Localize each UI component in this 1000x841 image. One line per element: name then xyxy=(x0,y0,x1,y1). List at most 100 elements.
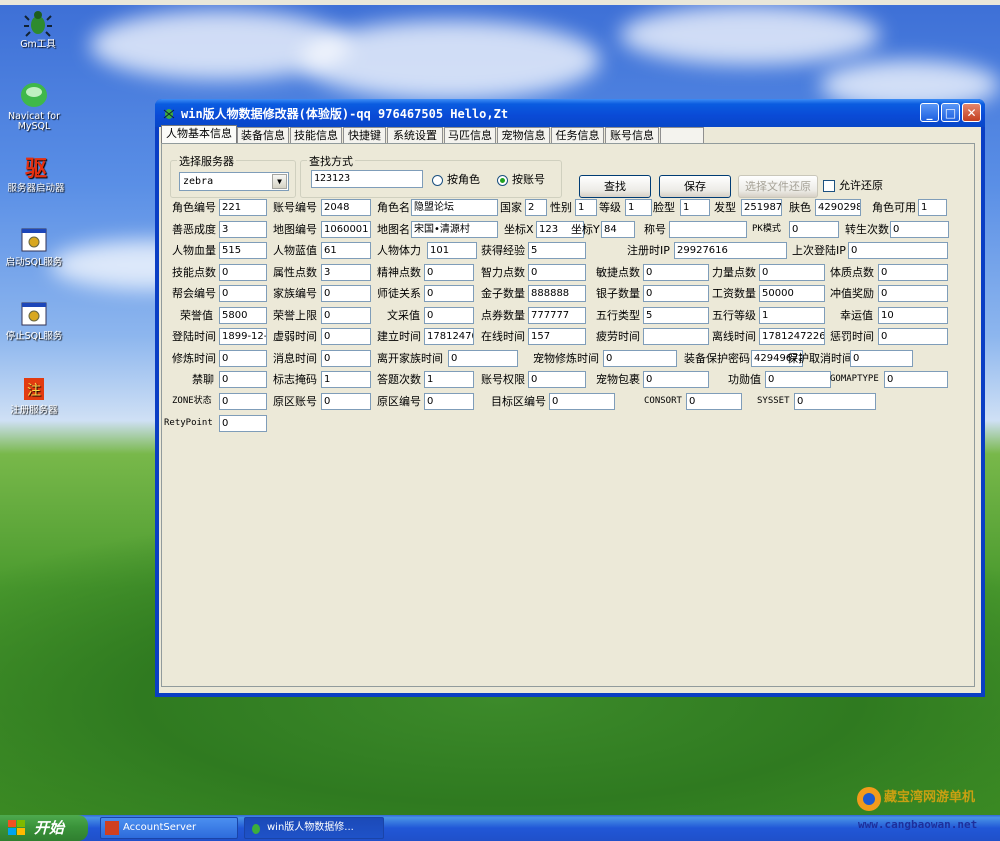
field-input[interactable]: 0 xyxy=(219,285,267,302)
field-input[interactable]: 1 xyxy=(918,199,947,216)
task-account-server[interactable]: AccountServer xyxy=(100,817,238,839)
chevron-down-icon[interactable]: ▼ xyxy=(272,174,287,189)
field-input[interactable]: 10 xyxy=(878,307,948,324)
field-input[interactable]: 1 xyxy=(424,371,474,388)
field-input[interactable]: 1899-12-3 xyxy=(219,328,267,345)
field-input[interactable]: 1 xyxy=(625,199,652,216)
field-input[interactable] xyxy=(643,328,709,345)
tab-blank[interactable] xyxy=(660,127,704,144)
field-input[interactable]: 0 xyxy=(321,307,371,324)
field-input[interactable]: 84 xyxy=(601,221,635,238)
field-input[interactable]: 0 xyxy=(528,371,586,388)
field-input[interactable]: 1060001 xyxy=(321,221,371,238)
field-input[interactable]: 5800 xyxy=(219,307,267,324)
field-input[interactable]: 0 xyxy=(765,371,831,388)
field-input[interactable]: 0 xyxy=(321,393,371,410)
allow-restore-checkbox[interactable] xyxy=(823,180,835,192)
desktop-icon-register-server[interactable]: 注 注册服务器 xyxy=(0,374,72,416)
desktop-icon-stop-sql[interactable]: 停止SQL服务 xyxy=(0,300,72,342)
close-button[interactable]: ✕ xyxy=(962,103,981,122)
field-input[interactable]: 0 xyxy=(890,221,949,238)
radio-by-account[interactable] xyxy=(497,175,508,186)
field-input[interactable]: 0 xyxy=(878,285,948,302)
field-input[interactable]: 0 xyxy=(848,242,948,259)
field-input[interactable]: 0 xyxy=(643,285,709,302)
desktop-icon-navicat[interactable]: Navicat for MySQL xyxy=(0,80,72,132)
field-input[interactable]: 0 xyxy=(643,264,709,281)
save-button[interactable]: 保存 xyxy=(659,175,731,198)
field-input[interactable]: 0 xyxy=(850,350,913,367)
field-input[interactable]: 0 xyxy=(789,221,839,238)
field-input[interactable]: 0 xyxy=(424,285,474,302)
field-input[interactable]: 2519872 xyxy=(741,199,782,216)
field-input[interactable]: 2 xyxy=(525,199,547,216)
find-button[interactable]: 查找 xyxy=(579,175,651,198)
tab-2[interactable]: 技能信息 xyxy=(290,127,342,144)
tab-0[interactable]: 人物基本信息 xyxy=(161,125,237,145)
field-input[interactable]: 0 xyxy=(686,393,742,410)
field-input[interactable]: 3 xyxy=(219,221,267,238)
field-input[interactable]: 0 xyxy=(878,264,948,281)
field-input[interactable]: 宋国•清源村 xyxy=(411,221,498,238)
field-input[interactable]: 0 xyxy=(424,307,474,324)
field-input[interactable]: 2048 xyxy=(321,199,371,216)
field-input[interactable]: 0 xyxy=(528,264,586,281)
field-input[interactable]: 3 xyxy=(321,264,371,281)
choose-file-restore-button[interactable]: 选择文件还原 xyxy=(738,175,818,198)
tab-3[interactable]: 快捷键 xyxy=(343,127,386,144)
field-input[interactable]: 隐盟论坛 xyxy=(411,199,498,216)
field-input[interactable]: 0 xyxy=(643,371,709,388)
field-input[interactable]: 0 xyxy=(549,393,615,410)
tab-8[interactable]: 账号信息 xyxy=(605,127,659,144)
field-input[interactable]: 1 xyxy=(759,307,825,324)
field-input[interactable]: 0 xyxy=(603,350,677,367)
field-input[interactable]: 0 xyxy=(424,393,474,410)
tab-7[interactable]: 任务信息 xyxy=(551,127,604,144)
desktop-icon-server-start[interactable]: 驱 服务器启动器 xyxy=(0,152,74,194)
field-input[interactable]: 29927616 xyxy=(674,242,787,259)
field-input[interactable]: 0 xyxy=(794,393,876,410)
minimize-button[interactable]: _ xyxy=(920,103,939,122)
field-input[interactable]: 0 xyxy=(321,328,371,345)
tab-5[interactable]: 马匹信息 xyxy=(444,127,496,144)
field-input[interactable]: 0 xyxy=(884,371,948,388)
field-input[interactable]: 0 xyxy=(219,415,267,432)
field-input[interactable]: 515 xyxy=(219,242,267,259)
field-input[interactable]: 0 xyxy=(321,350,371,367)
field-input[interactable]: 5 xyxy=(643,307,709,324)
tab-1[interactable]: 装备信息 xyxy=(237,127,289,144)
task-data-editor[interactable]: win版人物数据修... xyxy=(244,817,384,839)
search-input[interactable]: 123123 xyxy=(311,170,423,188)
field-input[interactable]: 0 xyxy=(759,264,825,281)
field-input[interactable]: 42902984 xyxy=(815,199,861,216)
field-input[interactable]: 221 xyxy=(219,199,267,216)
radio-by-role[interactable] xyxy=(432,175,443,186)
server-select[interactable]: zebra ▼ xyxy=(179,172,289,191)
tab-6[interactable]: 宠物信息 xyxy=(497,127,550,144)
field-input[interactable]: 1 xyxy=(680,199,710,216)
desktop-icon-start-sql[interactable]: 启动SQL服务 xyxy=(0,226,72,268)
tab-4[interactable]: 系统设置 xyxy=(387,127,443,144)
field-input[interactable]: 777777 xyxy=(528,307,586,324)
maximize-button[interactable]: □ xyxy=(941,103,960,122)
field-input[interactable]: 0 xyxy=(424,264,474,281)
field-input[interactable]: 1 xyxy=(575,199,597,216)
field-input[interactable]: 101 xyxy=(427,242,477,259)
field-input[interactable]: 178124705 xyxy=(424,328,474,345)
field-input[interactable]: 0 xyxy=(219,393,267,410)
field-input[interactable]: 0 xyxy=(219,264,267,281)
field-input[interactable]: 5 xyxy=(528,242,586,259)
field-input[interactable]: 0 xyxy=(878,328,948,345)
field-input[interactable]: 1 xyxy=(321,371,371,388)
desktop-icon-gm-tool[interactable]: Gm工具 xyxy=(0,8,76,50)
field-input[interactable]: 0 xyxy=(321,285,371,302)
field-input[interactable]: 0 xyxy=(448,350,518,367)
field-input[interactable]: 61 xyxy=(321,242,371,259)
start-button[interactable]: 开始 xyxy=(0,815,88,841)
title-bar[interactable]: win版人物数据修改器(体验版)-qq 976467505 Hello,Zt _… xyxy=(155,99,985,127)
field-input[interactable]: 0 xyxy=(219,371,267,388)
field-input[interactable]: 888888 xyxy=(528,285,586,302)
field-input[interactable]: 50000 xyxy=(759,285,825,302)
field-input[interactable] xyxy=(669,221,747,238)
field-input[interactable]: 1781247226 xyxy=(759,328,825,345)
